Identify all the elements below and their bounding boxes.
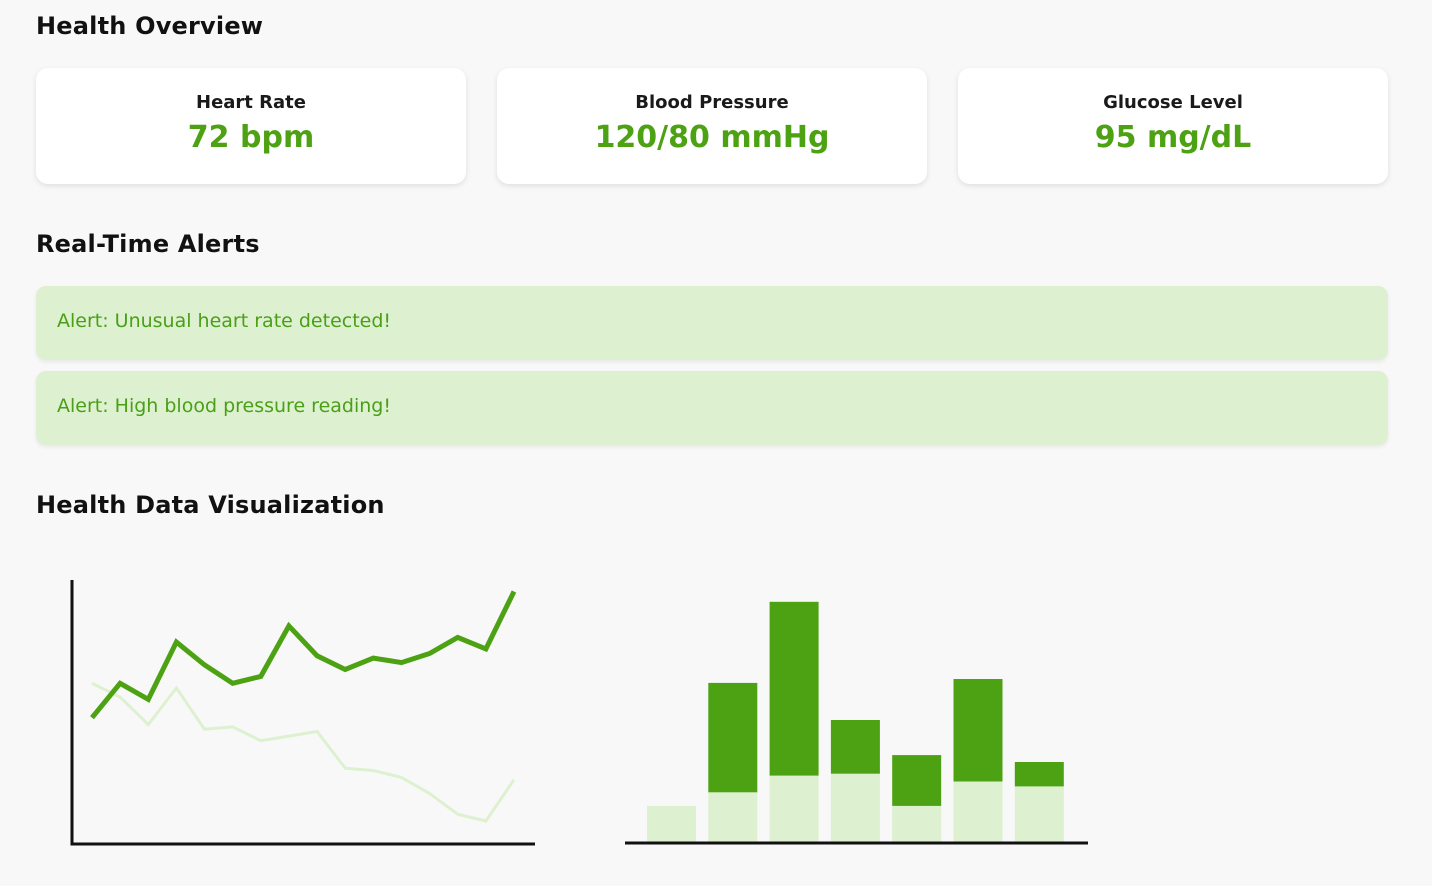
blood-pressure-card[interactable]: Blood Pressure 120/80 mmHg xyxy=(497,68,927,184)
bar-segment-light xyxy=(647,805,696,843)
line-chart xyxy=(70,580,535,846)
card-value: 120/80 mmHg xyxy=(594,120,830,155)
bar-segment-light xyxy=(892,805,942,843)
bar-segment-light xyxy=(953,781,1003,843)
card-label: Heart Rate xyxy=(196,92,306,113)
health-dashboard: Health Overview Heart Rate 72 bpm Blood … xyxy=(0,0,1432,886)
bar-chart xyxy=(625,601,1088,845)
bar-segment-dark xyxy=(1014,762,1064,787)
bar-segment-dark xyxy=(708,682,758,793)
alert-item[interactable]: Alert: High blood pressure reading! xyxy=(36,371,1388,445)
overview-cards: Heart Rate 72 bpm Blood Pressure 120/80 … xyxy=(36,68,1388,184)
bar-segment-dark xyxy=(892,755,942,806)
alert-item[interactable]: Alert: Unusual heart rate detected! xyxy=(36,286,1388,360)
card-label: Glucose Level xyxy=(1103,92,1243,113)
glucose-level-card[interactable]: Glucose Level 95 mg/dL xyxy=(958,68,1388,184)
heart-rate-card[interactable]: Heart Rate 72 bpm xyxy=(36,68,466,184)
bar-segment-dark xyxy=(769,601,819,776)
card-value: 72 bpm xyxy=(187,120,315,155)
bar-segment-light xyxy=(708,792,758,843)
line-series-primary xyxy=(90,590,517,720)
card-label: Blood Pressure xyxy=(635,92,789,113)
card-value: 95 mg/dL xyxy=(1094,120,1252,155)
visualization-title: Health Data Visualization xyxy=(36,491,385,519)
alerts-title: Real-Time Alerts xyxy=(36,230,260,258)
alert-text: Alert: Unusual heart rate detected! xyxy=(57,310,392,332)
line-series-secondary xyxy=(91,681,516,823)
bar-segment-dark xyxy=(830,720,880,774)
bar-segment-light xyxy=(830,773,880,843)
bar-segment-light xyxy=(769,775,819,843)
alert-text: Alert: High blood pressure reading! xyxy=(57,395,391,417)
bar-segment-light xyxy=(1014,786,1064,843)
overview-title: Health Overview xyxy=(36,12,264,40)
bar-segment-dark xyxy=(953,679,1003,782)
